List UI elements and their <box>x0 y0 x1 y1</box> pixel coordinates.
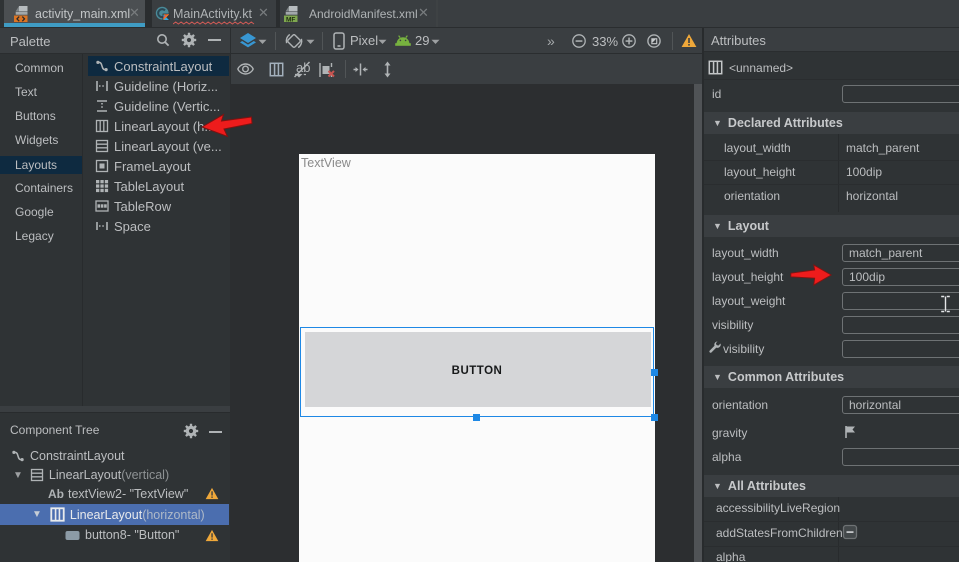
svg-text:MF: MF <box>286 16 295 22</box>
